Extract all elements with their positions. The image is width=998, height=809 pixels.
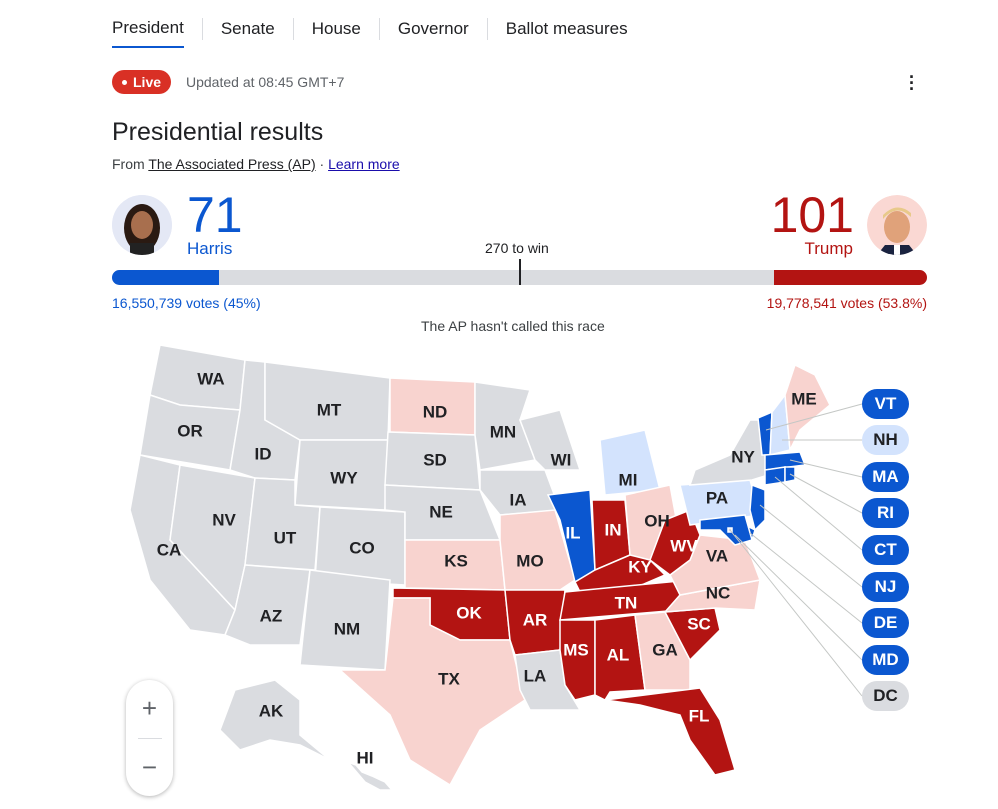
- state-label-az: AZ: [260, 606, 283, 625]
- state-label-ga: GA: [652, 640, 678, 659]
- state-label-me: ME: [791, 389, 817, 408]
- state-label-ia: IA: [510, 490, 527, 509]
- leader-line-ma: [789, 459, 863, 478]
- state-label-ok: OK: [456, 603, 482, 622]
- state-label-mt: MT: [317, 400, 342, 419]
- state-label-sd: SD: [423, 450, 447, 469]
- state-label-ny: NY: [731, 447, 755, 466]
- state-pill-nh[interactable]: NH: [862, 425, 909, 455]
- leader-line-de: [749, 532, 863, 624]
- state-label-mo: MO: [516, 551, 543, 570]
- state-pill-ma[interactable]: MA: [862, 462, 909, 492]
- state-label-nd: ND: [423, 402, 448, 421]
- state-label-ca: CA: [157, 540, 182, 559]
- state-label-wv: WV: [670, 536, 698, 555]
- state-label-wi: WI: [551, 450, 572, 469]
- state-label-ms: MS: [563, 640, 589, 659]
- state-pill-dc[interactable]: DC: [862, 681, 909, 711]
- state-pill-de[interactable]: DE: [862, 608, 909, 638]
- state-pill-md[interactable]: MD: [862, 645, 909, 675]
- state-label-ne: NE: [429, 502, 453, 521]
- state-label-wa: WA: [197, 369, 224, 388]
- state-label-la: LA: [524, 666, 547, 685]
- state-label-or: OR: [177, 421, 203, 440]
- state-label-pa: PA: [706, 488, 728, 507]
- state-label-co: CO: [349, 538, 375, 557]
- leader-line-dc: [729, 529, 863, 697]
- state-pill-ri[interactable]: RI: [862, 498, 909, 528]
- leader-line-ct: [774, 476, 863, 551]
- state-label-ky: KY: [628, 557, 652, 576]
- state-label-in: IN: [605, 520, 622, 539]
- state-fl[interactable]: [604, 687, 736, 776]
- state-label-nc: NC: [706, 583, 731, 602]
- state-label-va: VA: [706, 546, 728, 565]
- zoom-out-button[interactable]: −: [126, 739, 173, 797]
- state-label-fl: FL: [689, 706, 710, 725]
- state-label-ks: KS: [444, 551, 468, 570]
- state-pill-vt[interactable]: VT: [862, 389, 909, 419]
- zoom-in-button[interactable]: +: [126, 680, 173, 738]
- state-label-ar: AR: [523, 610, 548, 629]
- state-label-nm: NM: [334, 619, 360, 638]
- state-label-oh: OH: [644, 511, 670, 530]
- state-label-tx: TX: [438, 669, 460, 688]
- state-label-ak: AK: [259, 701, 284, 720]
- leader-line-ri: [789, 473, 863, 514]
- state-label-sc: SC: [687, 614, 711, 633]
- state-label-wy: WY: [330, 468, 358, 487]
- state-label-al: AL: [607, 645, 630, 664]
- state-label-il: IL: [565, 523, 580, 542]
- state-label-id: ID: [255, 444, 272, 463]
- state-pill-ct[interactable]: CT: [862, 535, 909, 565]
- state-label-ut: UT: [274, 528, 297, 547]
- state-label-tn: TN: [615, 593, 638, 612]
- state-pill-nj[interactable]: NJ: [862, 572, 909, 602]
- state-label-nv: NV: [212, 510, 236, 529]
- state-label-mi: MI: [619, 470, 638, 489]
- state-label-hi: HI: [357, 748, 374, 767]
- zoom-control: + −: [126, 680, 173, 796]
- state-ny[interactable]: [688, 419, 771, 486]
- state-label-mn: MN: [490, 422, 516, 441]
